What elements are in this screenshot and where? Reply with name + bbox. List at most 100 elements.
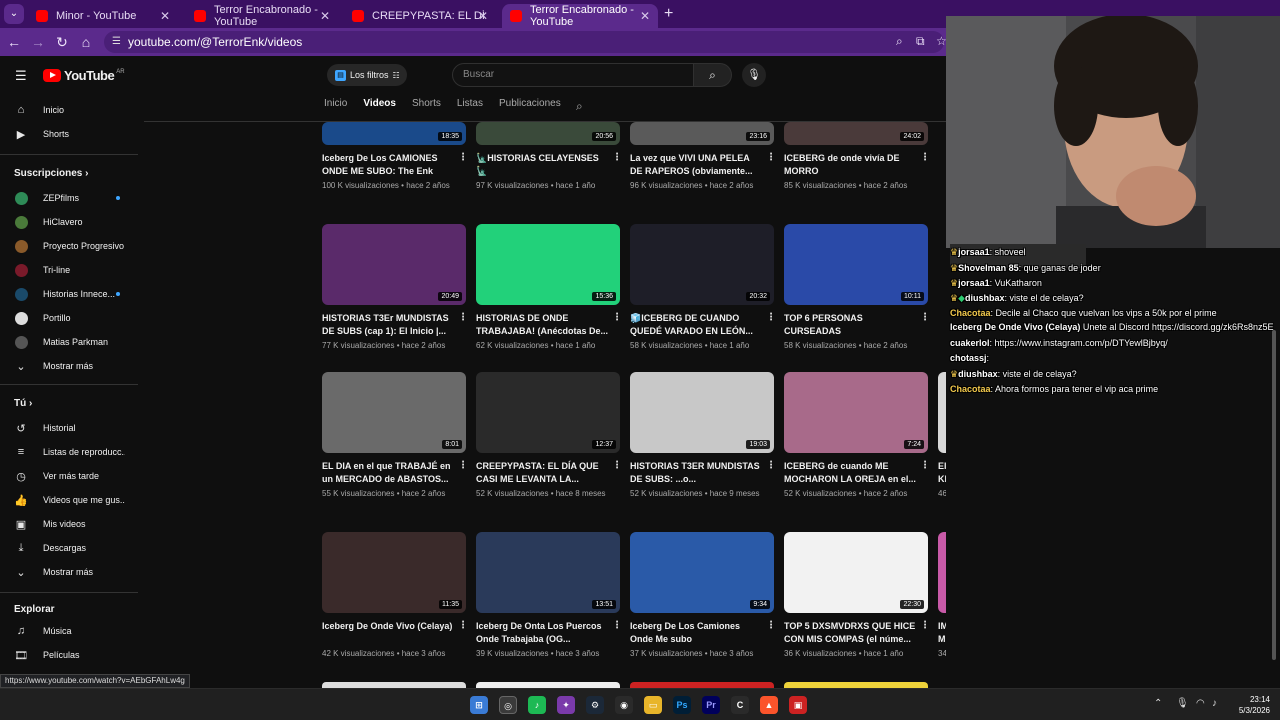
app-icon[interactable]: C [731,696,749,714]
video-thumbnail[interactable]: 20:56 [476,122,620,145]
browser-tab[interactable]: Minor - YouTube ✕ [28,4,178,28]
video-thumbnail[interactable]: 7:24 [784,372,928,453]
video-title[interactable]: El Video PERDIDO De Kbezuko [938,460,946,486]
more-options-icon[interactable]: ⋮ [612,460,622,471]
subscriptions-header[interactable]: Suscripciones › [14,168,88,179]
more-options-icon[interactable]: ⋮ [766,460,776,471]
url-bar[interactable]: ☰ youtube.com/@TerrorEnk/videos [104,31,944,53]
video-thumbnail[interactable]: 18:35 [322,122,466,145]
sidebar-subscription[interactable]: HiClavero [0,210,138,234]
back-icon[interactable]: ← [6,34,22,50]
sidebar-subscription[interactable]: Matias Parkman [0,330,138,354]
spotify-icon[interactable]: ♪ [528,696,546,714]
tray-chevron-icon[interactable]: ⌃ [1154,698,1162,709]
brave-icon[interactable]: ▲ [760,696,778,714]
video-thumbnail[interactable]: 22:30 [784,532,928,613]
video-title[interactable]: Iceberg De Onde Vivo (Celaya) [322,620,454,633]
close-tab-icon[interactable]: ✕ [640,9,650,23]
more-options-icon[interactable]: ⋮ [612,152,622,163]
app-icon[interactable]: ▣ [789,696,807,714]
you-header[interactable]: Tú › [14,398,32,409]
browser-tab[interactable]: Terror Encabronado - YouTube ✕ [186,4,338,28]
video-thumbnail[interactable]: 9:34 [630,532,774,613]
more-options-icon[interactable]: ⋮ [766,312,776,323]
zoom-icon[interactable]: ⌕ [896,34,903,49]
sidebar-show-more[interactable]: ⌄ Mostrar más [0,560,138,584]
system-clock[interactable]: 23:14 5/3/2026 [1226,694,1270,716]
video-thumbnail[interactable]: 19:03 [630,372,774,453]
sidebar-subscription[interactable]: Historias Innece... [0,282,138,306]
video-thumbnail[interactable]: 24:02 [784,122,928,145]
more-options-icon[interactable]: ⋮ [458,620,468,631]
more-options-icon[interactable]: ⋮ [612,620,622,631]
voice-search-button[interactable]: 🎙 [742,63,766,87]
sidebar-subscription[interactable]: Tri-line [0,258,138,282]
video-title[interactable]: HISTORIAS T3ER MUNDISTAS DE SUBS: ...o..… [630,460,762,486]
video-title[interactable]: TOP 6 PERSONAS CURSEADAS [784,312,916,338]
close-tab-icon[interactable]: ✕ [160,9,170,23]
more-options-icon[interactable]: ⋮ [920,620,930,631]
video-title[interactable]: Iceberg De Los CAMIONES ONDE ME SUBO: Th… [322,152,454,178]
sidebar-subscription[interactable]: ZEPfilms [0,186,138,210]
video-thumbnail[interactable]: 13:51 [476,532,620,613]
video-title[interactable]: Iceberg De Los Camiones Onde Me subo [630,620,762,646]
sidebar-item-liked[interactable]: 👍 Videos que me gus... [0,488,138,512]
sidebar-subscription[interactable]: Proyecto Progresivo [0,234,138,258]
video-thumbnail[interactable]: 1:40 [938,532,946,613]
sidebar-show-more[interactable]: ⌄ Mostrar más [0,354,138,378]
sidebar-item-inicio[interactable]: ⌂ Inicio [0,98,138,122]
reload-icon[interactable]: ↻ [54,34,70,51]
new-tab-icon[interactable]: + [664,5,673,23]
video-title[interactable]: 🧊ICEBERG DE CUANDO QUEDÉ VARADO EN LEÓN.… [630,312,762,338]
video-title[interactable]: EL DIA en el que TRABAJÉ en un MERCADO d… [322,460,454,486]
video-title[interactable]: ICEBERG de onde vivía DE MORRO [784,152,916,178]
close-tab-icon[interactable]: ✕ [478,9,488,23]
site-info-icon[interactable]: ☰ [112,31,121,53]
more-options-icon[interactable]: ⋮ [920,460,930,471]
sidebar-item-watch-later[interactable]: ◷ Ver más tarde [0,464,138,488]
install-app-icon[interactable]: ⧉ [916,34,925,49]
video-thumbnail[interactable]: 12:37 [476,372,620,453]
video-title[interactable]: CREEPYPASTA: EL DÍA QUE CASI ME LEVANTA … [476,460,608,486]
filters-button[interactable]: ▤ Los filtros ☷ [327,64,407,86]
sidebar-item-movies[interactable]: 🎞 Películas [0,643,138,667]
close-tab-icon[interactable]: ✕ [320,9,330,23]
search-button[interactable]: ⌕ [694,63,732,87]
microphone-tray-icon[interactable]: 🎙 [1176,698,1189,709]
more-options-icon[interactable]: ⋮ [458,312,468,323]
video-title[interactable]: ICEBERG de cuando ME MOCHARON LA OREJA e… [784,460,916,486]
more-options-icon[interactable]: ⋮ [458,460,468,471]
more-options-icon[interactable]: ⋮ [920,312,930,323]
video-thumbnail[interactable]: 20:49 [322,224,466,305]
video-thumbnail[interactable]: 20:32 [630,224,774,305]
forward-icon[interactable]: → [30,34,46,50]
sidebar-item-music[interactable]: ♫ Música [0,619,138,643]
more-options-icon[interactable]: ⋮ [766,152,776,163]
sidebar-item-downloads[interactable]: ⤓ Descargas [0,536,138,560]
sidebar-item-historial[interactable]: ↺ Historial [0,416,138,440]
scrollbar[interactable] [1272,330,1276,660]
browser-tab[interactable]: CREEPYPASTA: EL DÍA QUE CAS ✕ [344,4,496,28]
sidebar-subscription[interactable]: Portillo [0,306,138,330]
video-thumbnail[interactable]: 8:01 [322,372,466,453]
video-title[interactable]: Iceberg De Onta Los Puercos Onde Trabaja… [476,620,608,646]
sidebar-item-playlists[interactable]: ≡ Listas de reproducc... [0,440,138,464]
steam-icon[interactable]: ⚙ [586,696,604,714]
video-title[interactable]: TOP 5 DXSMVDRXS QUE HICE CON MIS COMPAS … [784,620,916,646]
more-options-icon[interactable]: ⋮ [766,620,776,631]
video-thumbnail[interactable]: 11:35 [322,532,466,613]
sidebar-item-my-videos[interactable]: ▣ Mis videos [0,512,138,536]
speaker-icon[interactable]: ♪ [1212,698,1217,709]
video-title[interactable]: La vez que VIVI UNA PELEA DE RAPEROS (ob… [630,152,762,178]
video-title[interactable]: HISTORIAS T3Er MUNDISTAS DE SUBS (cap 1)… [322,312,454,338]
premiere-icon[interactable]: Pr [702,696,720,714]
video-thumbnail[interactable]: 15:36 [476,224,620,305]
video-title[interactable]: IMAGENES DE PERROS MIEDO [938,620,946,646]
video-thumbnail[interactable]: 10:11 [784,224,928,305]
file-explorer-icon[interactable]: ▭ [644,696,662,714]
video-thumbnail[interactable]: 23:16 [630,122,774,145]
browser-tab-active[interactable]: Terror Encabronado - YouTube ✕ [502,4,658,28]
tab-list-icon[interactable]: ⌄ [4,4,24,24]
wifi-icon[interactable]: ◠ [1196,698,1205,709]
home-icon[interactable]: ⌂ [78,34,94,50]
